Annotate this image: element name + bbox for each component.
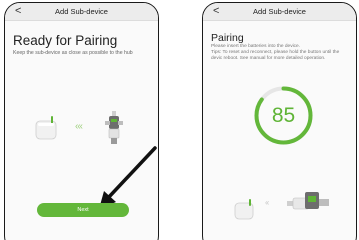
phone-screen-pairing: < Add Sub-device Pairing Please insert t… [202, 2, 357, 240]
phone-screen-ready-for-pairing: < Add Sub-device Ready for Pairing Keep … [4, 2, 159, 240]
sub-device-valve-icon [287, 192, 329, 210]
header-title: Add Sub-device [253, 7, 306, 16]
header-bar: < Add Sub-device [203, 3, 356, 21]
progress-percent: 85 [271, 104, 296, 127]
next-button[interactable]: Next [37, 203, 129, 217]
hub-device-icon [234, 199, 254, 220]
page-title: Pairing [211, 32, 244, 44]
signal-chevrons: ‹‹ [265, 198, 269, 207]
pairing-instructions: Please insert the batteries into the dev… [211, 44, 340, 61]
